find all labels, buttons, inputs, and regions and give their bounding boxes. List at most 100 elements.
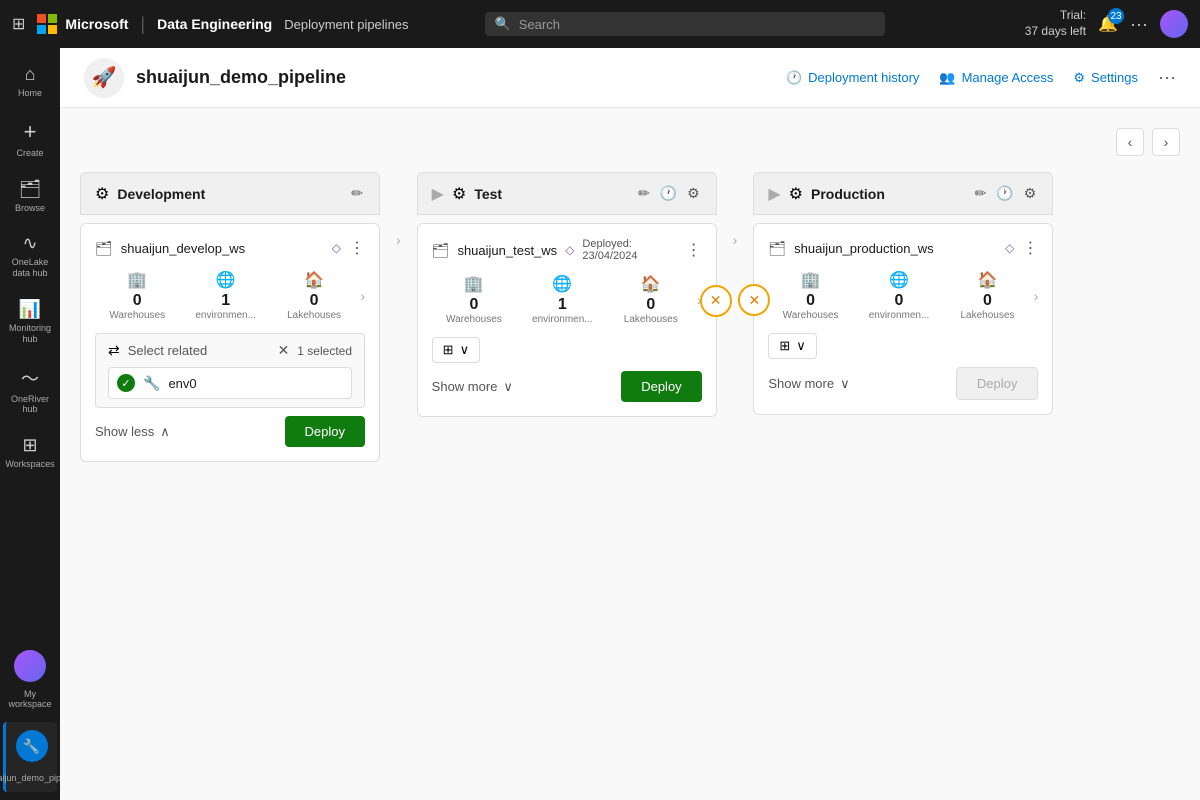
- sidebar-item-create[interactable]: + Create: [3, 111, 57, 167]
- production-status-circle: ✕: [738, 284, 770, 316]
- test-stat-lakehouses: 🏠 0 Lakehouses: [609, 274, 693, 325]
- sidebar-item-oneriver[interactable]: 〜 OneRiver hub: [3, 357, 57, 424]
- workspaces-icon: ⊞: [22, 435, 37, 456]
- production-stat-lakehouses: 🏠 0 Lakehouses: [945, 270, 1029, 321]
- test-lakehouses-label: Lakehouses: [624, 314, 678, 325]
- stages-container: ⚙ Development ✏ 🗂 shuaijun_develop_ws ◇ …: [80, 172, 1180, 780]
- test-workspace-name: shuaijun_test_ws: [457, 243, 557, 258]
- production-stage-header: ▶ ⚙ Production ✏ 🕐 ⚙: [753, 172, 1053, 215]
- development-lakehouses-value: 0: [310, 292, 319, 310]
- development-select-related: ⇄ Select related ✕ 1 selected ✓ 🔧 env0: [95, 333, 365, 408]
- related-item-env0[interactable]: ✓ 🔧 env0: [108, 367, 352, 399]
- access-label: Manage Access: [962, 70, 1054, 85]
- search-icon: 🔍: [495, 16, 511, 32]
- production-compare-dropdown: ∨: [796, 338, 806, 354]
- production-workspace-header: 🗂 shuaijun_production_ws ◇ ⋮: [768, 238, 1038, 258]
- sidebar-item-my-workspace[interactable]: My workspace: [3, 642, 57, 719]
- production-stats-row: 🏢 0 Warehouses 🌐 0 environmen... 🏠: [768, 270, 1038, 321]
- test-stat-warehouses: 🏢 0 Warehouses: [432, 274, 516, 325]
- production-environments-value: 0: [895, 292, 904, 310]
- sidebar-item-pipeline[interactable]: 🔧 shuaijun_demo_pipeline: [3, 722, 57, 792]
- development-stats-row: 🏢 0 Warehouses 🌐 1 environmen... 🏠: [95, 270, 365, 321]
- production-deploy-button: Deploy: [956, 367, 1038, 400]
- production-warehouse-icon: 🏢: [801, 270, 821, 290]
- app-label: Data Engineering: [157, 16, 272, 32]
- test-history-button[interactable]: 🕐: [658, 183, 679, 204]
- production-lakehouses-label: Lakehouses: [960, 310, 1014, 321]
- test-stage-header: ▶ ⚙ Test ✏ 🕐 ⚙: [417, 172, 717, 215]
- production-settings-button[interactable]: ⚙: [1022, 183, 1039, 204]
- production-stat-environments: 🌐 0 environmen...: [857, 270, 941, 321]
- topbar-divider: |: [140, 14, 145, 35]
- production-stage-arrow: ▶: [768, 184, 780, 204]
- header-more-button[interactable]: ···: [1158, 67, 1176, 88]
- development-stage-header: ⚙ Development ✏: [80, 172, 380, 215]
- production-warning-icon: ✕: [748, 292, 760, 309]
- brand-label: Microsoft: [65, 16, 128, 32]
- browse-icon: 🗂: [19, 179, 42, 200]
- development-deploy-button[interactable]: Deploy: [285, 416, 365, 447]
- production-stage-bottom: Show more ∨ Deploy: [768, 367, 1038, 400]
- search-input[interactable]: [519, 17, 875, 32]
- test-edit-button[interactable]: ✏: [636, 183, 652, 204]
- env-icon: 🔧: [143, 375, 160, 392]
- grid-icon[interactable]: ⊞: [12, 14, 25, 34]
- sidebar-item-home[interactable]: ⌂ Home: [3, 56, 57, 107]
- production-compare-button[interactable]: ⊞ ∨: [768, 333, 816, 359]
- settings-icon: ⚙: [1073, 70, 1085, 86]
- production-workspace-more[interactable]: ⋮: [1022, 238, 1038, 258]
- deployment-history-button[interactable]: 🕐 Deployment history: [786, 70, 919, 86]
- test-warehouses-value: 0: [469, 296, 478, 314]
- main-layout: ⌂ Home + Create 🗂 Browse ∿ OneLake data …: [0, 48, 1200, 800]
- test-header-actions: ✏ 🕐 ⚙: [636, 183, 702, 204]
- test-stats-row: 🏢 0 Warehouses 🌐 1 environmen... 🏠: [432, 274, 702, 325]
- development-stat-lakehouses: 🏠 0 Lakehouses: [272, 270, 356, 321]
- topbar-more-button[interactable]: ···: [1130, 14, 1148, 35]
- show-more-production-button[interactable]: Show more ∨: [768, 376, 849, 392]
- production-stage-card: 🗂 shuaijun_production_ws ◇ ⋮ 🏢 0 Warehou…: [753, 223, 1053, 415]
- production-edit-button[interactable]: ✏: [973, 183, 989, 204]
- manage-access-button[interactable]: 👥 Manage Access: [939, 70, 1053, 86]
- user-avatar[interactable]: [1160, 10, 1188, 38]
- test-environments-label: environmen...: [532, 314, 593, 325]
- sidebar-item-onelake[interactable]: ∿ OneLake data hub: [3, 225, 57, 287]
- development-workspace-icon: 🗂: [95, 240, 113, 257]
- production-history-button[interactable]: 🕐: [994, 183, 1015, 204]
- development-stat-environments: 🌐 1 environmen...: [183, 270, 267, 321]
- development-edit-button[interactable]: ✏: [349, 183, 365, 204]
- settings-button[interactable]: ⚙ Settings: [1073, 70, 1138, 86]
- production-environments-label: environmen...: [869, 310, 930, 321]
- sidebar-item-monitoring[interactable]: 📊 Monitoring hub: [3, 291, 57, 353]
- test-settings-button[interactable]: ⚙: [685, 183, 702, 204]
- create-icon: +: [24, 119, 37, 145]
- select-related-title: Select related: [128, 343, 270, 358]
- trial-info: Trial: 37 days left: [1025, 8, 1086, 39]
- clear-selection-button[interactable]: ✕: [278, 342, 290, 359]
- nav-prev-button[interactable]: ‹: [1116, 128, 1144, 156]
- development-workspace-more[interactable]: ⋮: [349, 238, 365, 258]
- development-workspace-name: shuaijun_develop_ws: [121, 241, 324, 256]
- notification-button[interactable]: 🔔 23: [1098, 14, 1118, 34]
- test-workspace-more[interactable]: ⋮: [686, 240, 702, 260]
- sidebar: ⌂ Home + Create 🗂 Browse ∿ OneLake data …: [0, 48, 60, 800]
- sidebar-label-my-workspace: My workspace: [9, 689, 52, 711]
- development-environments-label: environmen...: [195, 310, 256, 321]
- development-stage-card: 🗂 shuaijun_develop_ws ◇ ⋮ 🏢 0 Warehouses: [80, 223, 380, 462]
- lakehouse-icon: 🏠: [304, 270, 324, 290]
- show-less-chevron: ∧: [160, 424, 170, 440]
- development-environments-value: 1: [221, 292, 230, 310]
- show-more-test-button[interactable]: Show more ∨: [432, 379, 513, 395]
- test-warehouse-icon: 🏢: [464, 274, 484, 294]
- onelake-icon: ∿: [22, 233, 37, 254]
- nav-next-button[interactable]: ›: [1152, 128, 1180, 156]
- production-workspace-icon: 🗂: [768, 240, 786, 257]
- sidebar-label-workspaces: Workspaces: [5, 459, 54, 470]
- sidebar-item-browse[interactable]: 🗂 Browse: [3, 171, 57, 222]
- sidebar-label-onelake: OneLake data hub: [9, 257, 51, 279]
- search-bar[interactable]: 🔍: [485, 12, 885, 36]
- test-compare-button[interactable]: ⊞ ∨: [432, 337, 480, 363]
- test-deploy-button[interactable]: Deploy: [621, 371, 701, 402]
- sidebar-item-workspaces[interactable]: ⊞ Workspaces: [3, 427, 57, 478]
- test-stage-icon: ⚙: [452, 184, 466, 204]
- show-less-button[interactable]: Show less ∧: [95, 424, 170, 440]
